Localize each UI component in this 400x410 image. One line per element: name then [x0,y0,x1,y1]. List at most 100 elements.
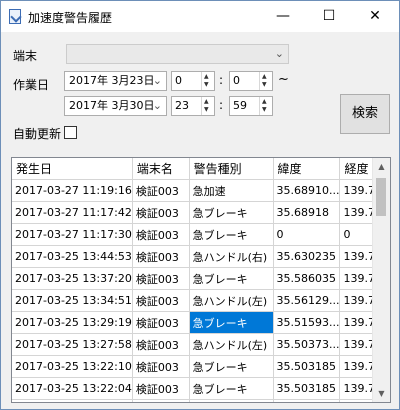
spin-up-icon[interactable]: ▲ [204,74,209,80]
spin-up-icon[interactable]: ▲ [204,99,209,105]
start-hour-spinner[interactable]: 0 ▲ ▼ [171,71,215,91]
warning-table-grid: 発生日 端末名 警告種別 緯度 経度 2017-03-27 11:19:16 検証003 急… [12,158,390,402]
end-minute-spinner[interactable]: 59 ▲ ▼ [229,96,273,116]
table-cell[interactable]: 2017-03-27 11:19:16 [12,179,133,202]
warning-table[interactable]: 発生日 端末名 警告種別 緯度 経度 2017-03-27 11:19:16 検証003 急… [11,157,391,403]
chevron-down-icon: ⌄ [274,47,284,60]
table-cell[interactable]: 検証003 [132,377,190,400]
table-cell[interactable]: 急ハンドル(左) [189,289,274,312]
table-cell[interactable]: 2017-03-25 13:22:04 [12,377,133,400]
column-header[interactable]: 発生日 [12,158,133,180]
table-cell[interactable]: 2017-03-25 13:21:14 [12,399,133,402]
table-cell[interactable]: 急ブレーキ [189,267,274,290]
scroll-thumb[interactable] [376,178,386,216]
table-cell[interactable]: 35.50321... [273,399,341,402]
table-cell[interactable]: 検証003 [132,311,190,334]
table-row[interactable]: 2017-03-25 13:37:20 検証003 急ブレーキ 35.586035 13… [12,267,390,290]
column-header[interactable]: 端末名 [132,158,190,180]
end-minute-value: 59 [233,99,247,112]
scroll-up-icon[interactable]: ▲ [373,158,390,175]
table-cell[interactable]: 35.51593... [273,311,341,334]
spin-up-icon[interactable]: ▲ [262,99,267,105]
table-cell[interactable]: 2017-03-25 13:29:19 [12,311,133,334]
table-cell[interactable]: 検証003 [132,267,190,290]
table-row[interactable]: 2017-03-27 11:17:42 検証003 急ブレーキ 35.68918 139… [12,201,390,224]
start-date-picker[interactable]: 2017年 3月23日 ⌄ [64,71,167,91]
table-cell[interactable]: 検証003 [132,289,190,312]
spin-up-icon[interactable]: ▲ [262,74,267,80]
start-hour-value: 0 [175,74,182,87]
end-date-picker[interactable]: 2017年 3月30日 ⌄ [64,96,167,116]
table-cell[interactable]: 2017-03-27 11:17:42 [12,201,133,224]
table-row[interactable]: 2017-03-25 13:22:04 検証003 急ブレーキ 35.503185 13… [12,377,390,400]
table-cell[interactable]: 検証003 [132,223,190,246]
table-cell[interactable]: 35.56129... [273,289,341,312]
table-cell[interactable]: 急ハンドル(右) [189,245,274,268]
table-cell[interactable]: 0 [273,223,341,246]
start-date-value: 2017年 3月23日 [69,74,155,87]
vertical-scrollbar[interactable]: ▲ ▼ [372,158,390,402]
table-cell[interactable]: 2017-03-27 11:17:30 [12,223,133,246]
table-cell[interactable]: 35.503185 [273,355,341,378]
end-hour-spinner[interactable]: 23 ▲ ▼ [171,96,215,116]
table-cell[interactable]: 急加速 [189,179,274,202]
chevron-down-icon: ⌄ [152,74,162,87]
end-time-colon: : [219,98,224,112]
spin-down-icon[interactable]: ▼ [204,107,209,113]
start-time-colon: : [219,73,224,87]
search-button[interactable]: 検索 [340,94,390,134]
minimize-button[interactable]: — [260,1,306,32]
table-cell[interactable]: 検証003 [132,245,190,268]
auto-update-label: 自動更新 [13,127,62,141]
spin-down-icon[interactable]: ▼ [262,82,267,88]
table-row[interactable]: 2017-03-25 13:34:51 検証003 急ハンドル(左) 35.56129… [12,289,390,312]
table-cell[interactable]: 急ハンドル(左) [189,333,274,356]
table-cell[interactable]: 急ブレーキ [189,377,274,400]
table-row[interactable]: 2017-03-25 13:27:58 検証003 急ハンドル(左) 35.50373… [12,333,390,356]
table-cell[interactable]: 検証003 [132,201,190,224]
table-cell[interactable]: 2017-03-25 13:37:20 [12,267,133,290]
close-button[interactable]: ✕ [352,1,398,32]
app-window: 加速度警告履歴 — ☐ ✕ 端末 ⌄ 作業日 2017年 3月23日 ⌄ 0 ▲… [0,0,400,410]
title-bar: 加速度警告履歴 — ☐ ✕ [1,1,399,32]
maximize-button[interactable]: ☐ [306,1,352,32]
spin-down-icon[interactable]: ▼ [204,82,209,88]
auto-update-checkbox[interactable] [64,126,77,139]
table-cell[interactable]: 35.50373... [273,333,341,356]
table-cell[interactable]: 検証003 [132,333,190,356]
table-cell[interactable]: 2017-03-25 13:22:10 [12,355,133,378]
table-cell[interactable]: 2017-03-25 13:44:53 [12,245,133,268]
scroll-down-icon[interactable]: ▼ [373,385,390,402]
table-cell[interactable]: 2017-03-25 13:34:51 [12,289,133,312]
table-cell[interactable]: 35.630235 [273,245,341,268]
table-cell[interactable]: 35.503185 [273,377,341,400]
table-cell[interactable]: 35.68910... [273,179,341,202]
column-header[interactable]: 緯度 [273,158,341,180]
table-row[interactable]: 2017-03-25 13:22:10 検証003 急ブレーキ 35.503185 13… [12,355,390,378]
table-row[interactable]: 2017-03-25 13:21:14検証003急加速35.50321...13… [12,399,390,402]
table-row[interactable]: 2017-03-25 13:29:19 検証003 急ブレーキ 35.51593...… [12,311,390,334]
table-row[interactable]: 2017-03-25 13:44:53 検証003 急ハンドル(右) 35.63023… [12,245,390,268]
table-cell[interactable]: 検証003 [132,179,190,202]
table-cell[interactable]: 急ブレーキ [189,311,274,334]
end-hour-value: 23 [175,99,189,112]
table-cell[interactable]: 急ブレーキ [189,355,274,378]
chevron-down-icon: ⌄ [152,99,162,112]
table-cell[interactable]: 急加速 [189,399,274,402]
table-row[interactable]: 2017-03-27 11:17:30 検証003 急ブレーキ 0 0 [12,223,390,246]
table-cell[interactable]: 検証003 [132,355,190,378]
start-minute-spinner[interactable]: 0 ▲ ▼ [229,71,273,91]
table-cell[interactable]: 急ブレーキ [189,201,274,224]
table-header: 発生日 端末名 警告種別 緯度 経度 [12,158,390,180]
table-cell[interactable]: 35.68918 [273,201,341,224]
terminal-select[interactable]: ⌄ [66,44,289,64]
table-cell[interactable]: 急ブレーキ [189,223,274,246]
spin-down-icon[interactable]: ▼ [262,107,267,113]
workday-label: 作業日 [13,78,50,92]
table-cell[interactable]: 35.586035 [273,267,341,290]
table-cell[interactable]: 検証003 [132,399,190,402]
end-date-value: 2017年 3月30日 [69,99,155,112]
table-row[interactable]: 2017-03-27 11:19:16 検証003 急加速 35.68910... 13… [12,179,390,202]
column-header[interactable]: 警告種別 [189,158,274,180]
table-cell[interactable]: 2017-03-25 13:27:58 [12,333,133,356]
